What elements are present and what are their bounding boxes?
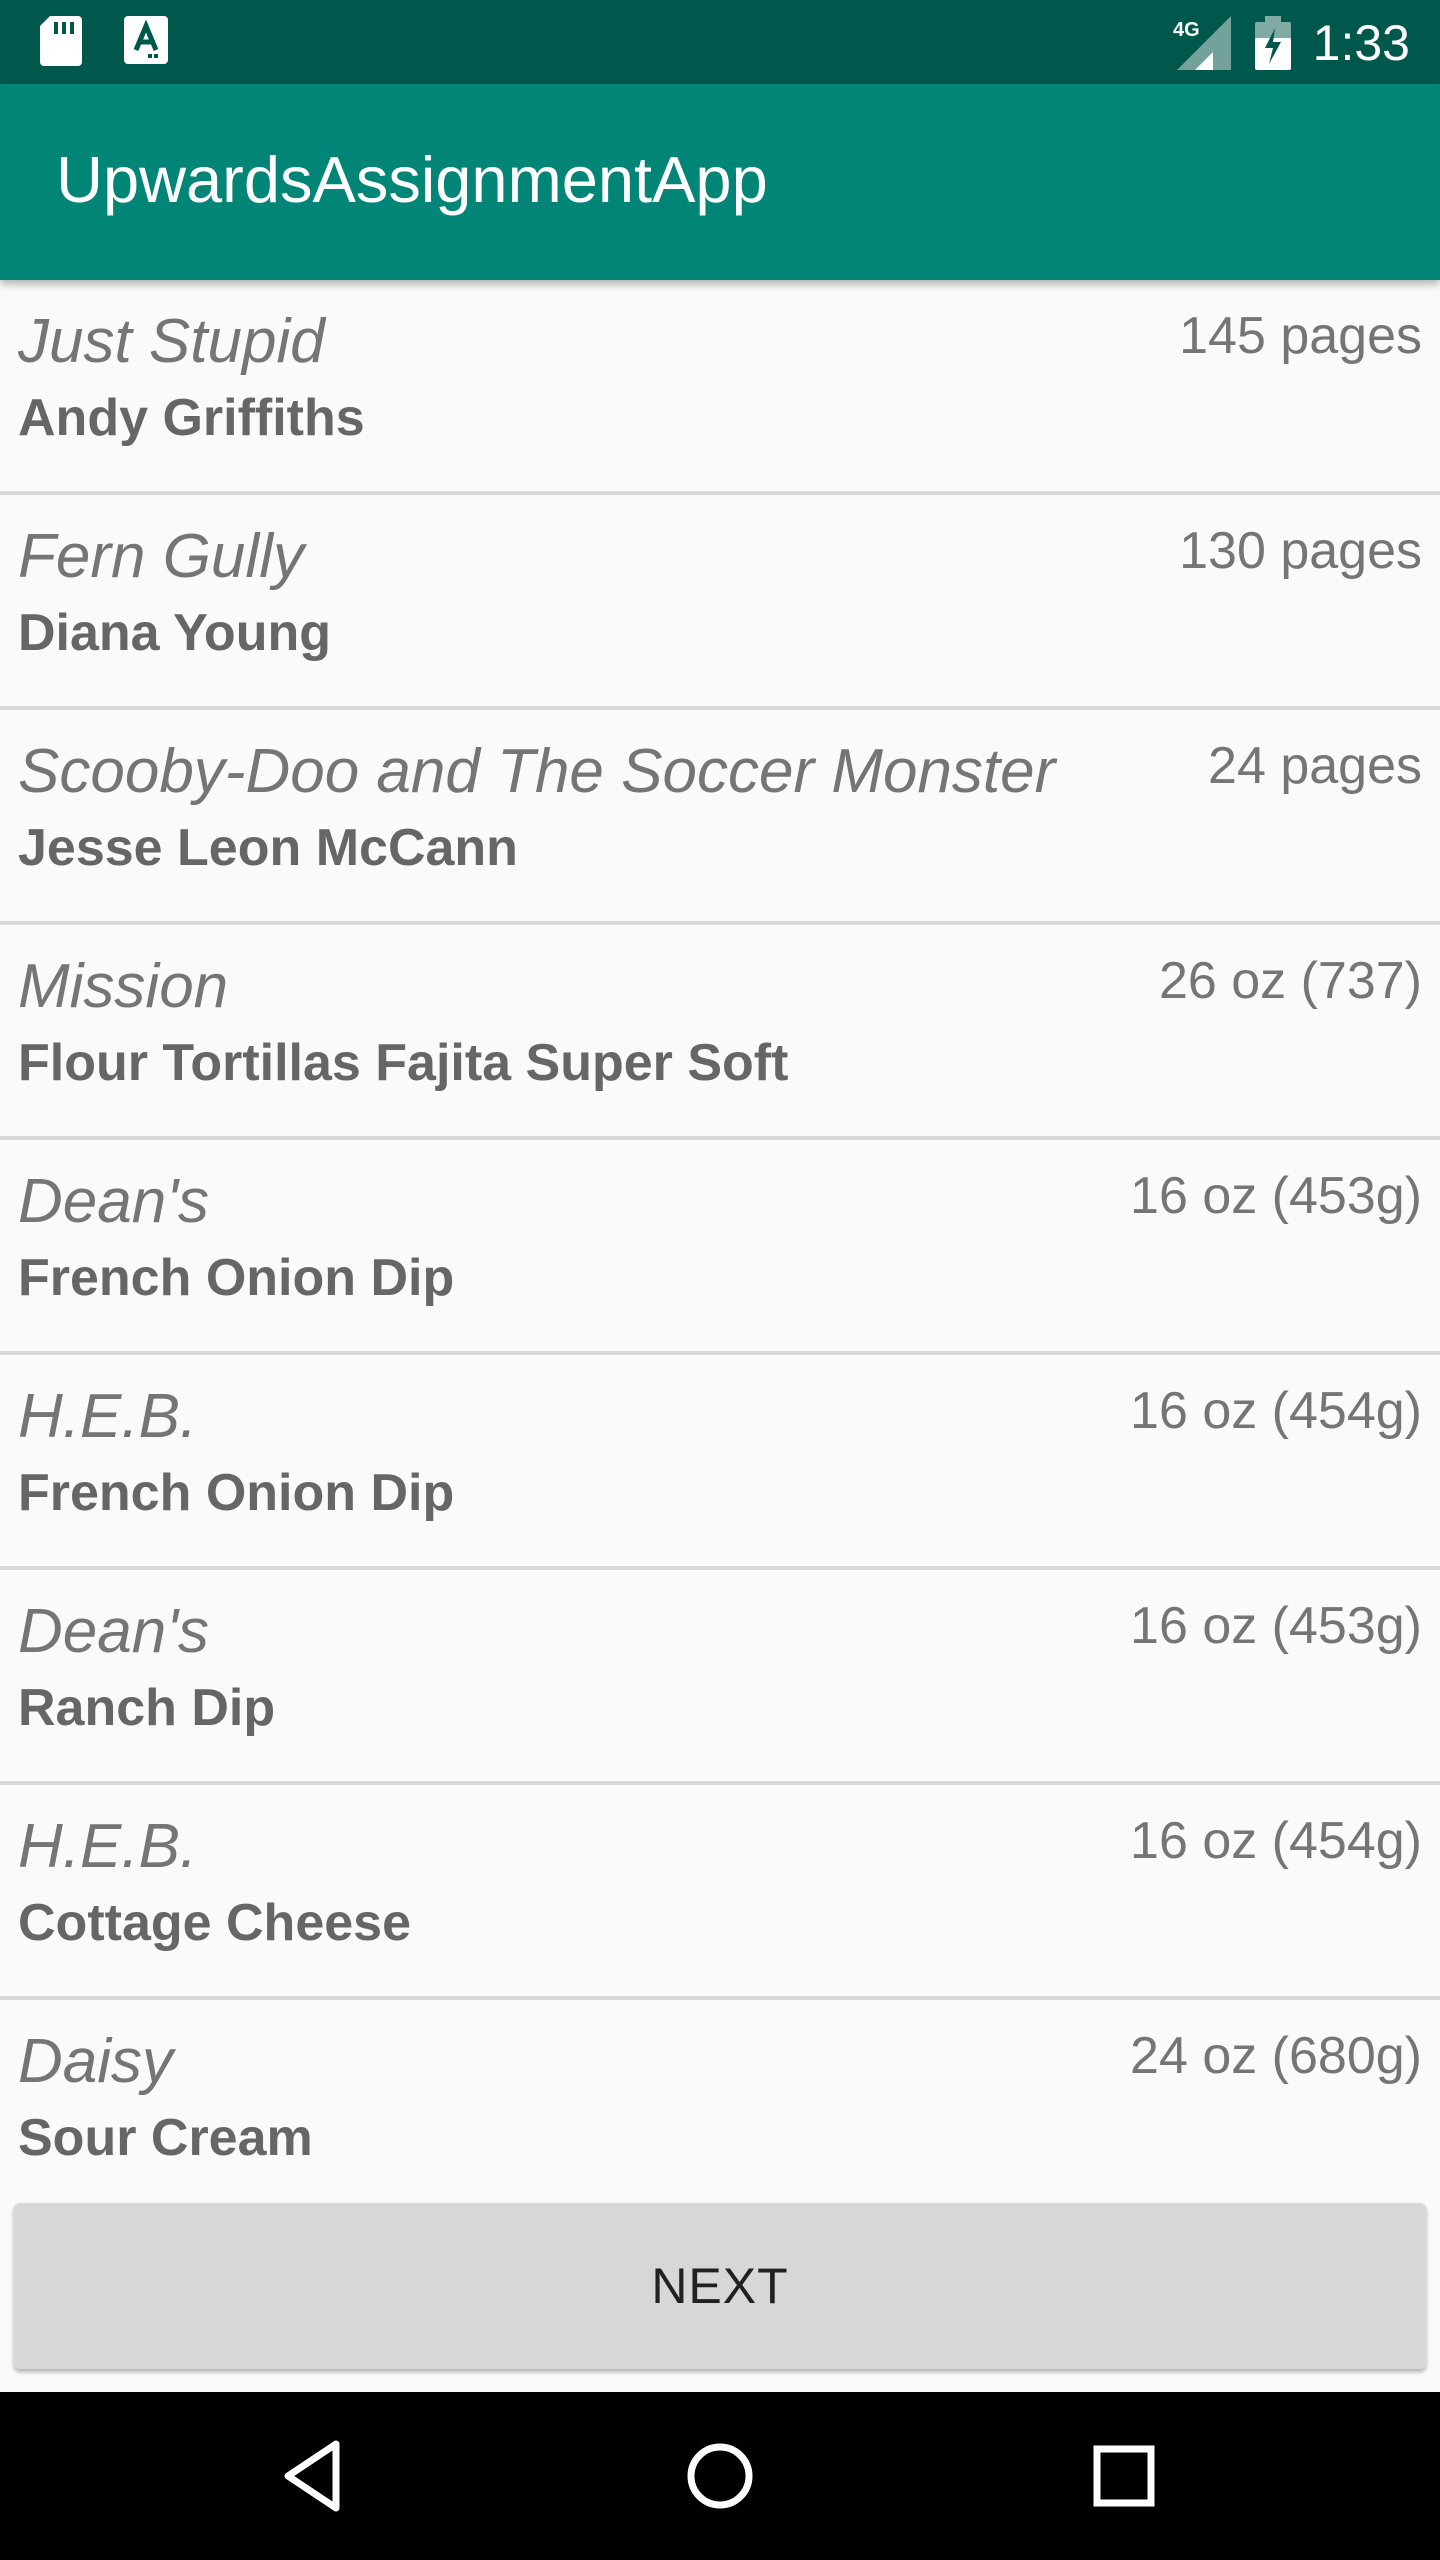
item-subtitle: French Onion Dip [18,1249,455,1307]
item-title: H.E.B. [18,1812,198,1881]
item-subtitle: Flour Tortillas Fajita Super Soft [18,1034,789,1092]
item-size: 16 oz (453g) [1130,1597,1422,1655]
list-item[interactable]: Mission Flour Tortillas Fajita Super Sof… [0,925,1440,1140]
svg-text:4G: 4G [1173,19,1200,41]
clock: 1:33 [1312,15,1410,71]
item-subtitle: French Onion Dip [18,1464,455,1522]
back-icon[interactable] [274,2434,358,2518]
item-title: Dean's [18,1167,210,1236]
next-button-label: NEXT [651,2258,789,2314]
item-size: 16 oz (454g) [1130,1382,1422,1440]
sd-card-icon [40,16,82,66]
item-subtitle: Cottage Cheese [18,1894,411,1952]
battery-icon [1254,16,1291,70]
list-item[interactable]: H.E.B. Cottage Cheese 16 oz (454g) [0,1785,1440,2000]
list-item[interactable]: H.E.B. French Onion Dip 16 oz (454g) [0,1355,1440,1570]
list-item[interactable]: Fern Gully Diana Young 130 pages [0,495,1440,710]
status-bar: 4G 1:33 [0,0,1440,84]
item-title: Scooby-Doo and The Soccer Monster [18,737,1056,806]
app-title: UpwardsAssignmentApp [56,143,768,216]
item-size: 16 oz (454g) [1130,1812,1422,1870]
home-icon[interactable] [678,2434,762,2518]
item-size: 130 pages [1179,522,1422,580]
item-title: Just Stupid [18,307,325,376]
navigation-bar [0,2392,1440,2560]
signal-icon: 4G [1173,16,1231,70]
product-list[interactable]: Just Stupid Andy Griffiths 145 pages Fer… [0,280,1440,2211]
app-bar: UpwardsAssignmentApp [0,84,1440,280]
a-notification-icon [124,16,168,64]
item-size: 24 oz (680g) [1130,2027,1422,2085]
list-item[interactable]: Dean's Ranch Dip 16 oz (453g) [0,1570,1440,1785]
list-item[interactable]: Dean's French Onion Dip 16 oz (453g) [0,1140,1440,1355]
item-subtitle: Ranch Dip [18,1679,276,1737]
item-size: 16 oz (453g) [1130,1167,1422,1225]
list-item[interactable]: Daisy Sour Cream 24 oz (680g) [0,2000,1440,2211]
item-subtitle: Andy Griffiths [18,389,365,447]
recents-icon[interactable] [1082,2434,1166,2518]
item-subtitle: Sour Cream [18,2109,313,2167]
item-subtitle: Jesse Leon McCann [18,819,518,877]
item-title: Mission [18,952,229,1021]
item-title: Daisy [18,2027,174,2096]
next-button[interactable]: NEXT [14,2203,1426,2369]
list-item[interactable]: Scooby-Doo and The Soccer Monster Jesse … [0,710,1440,925]
item-size: 145 pages [1179,307,1422,365]
item-size: 24 pages [1208,737,1422,795]
item-title: H.E.B. [18,1382,198,1451]
item-title: Dean's [18,1597,210,1666]
item-size: 26 oz (737) [1158,952,1422,1010]
item-subtitle: Diana Young [18,604,331,662]
item-title: Fern Gully [18,522,304,591]
list-item[interactable]: Just Stupid Andy Griffiths 145 pages [0,280,1440,495]
